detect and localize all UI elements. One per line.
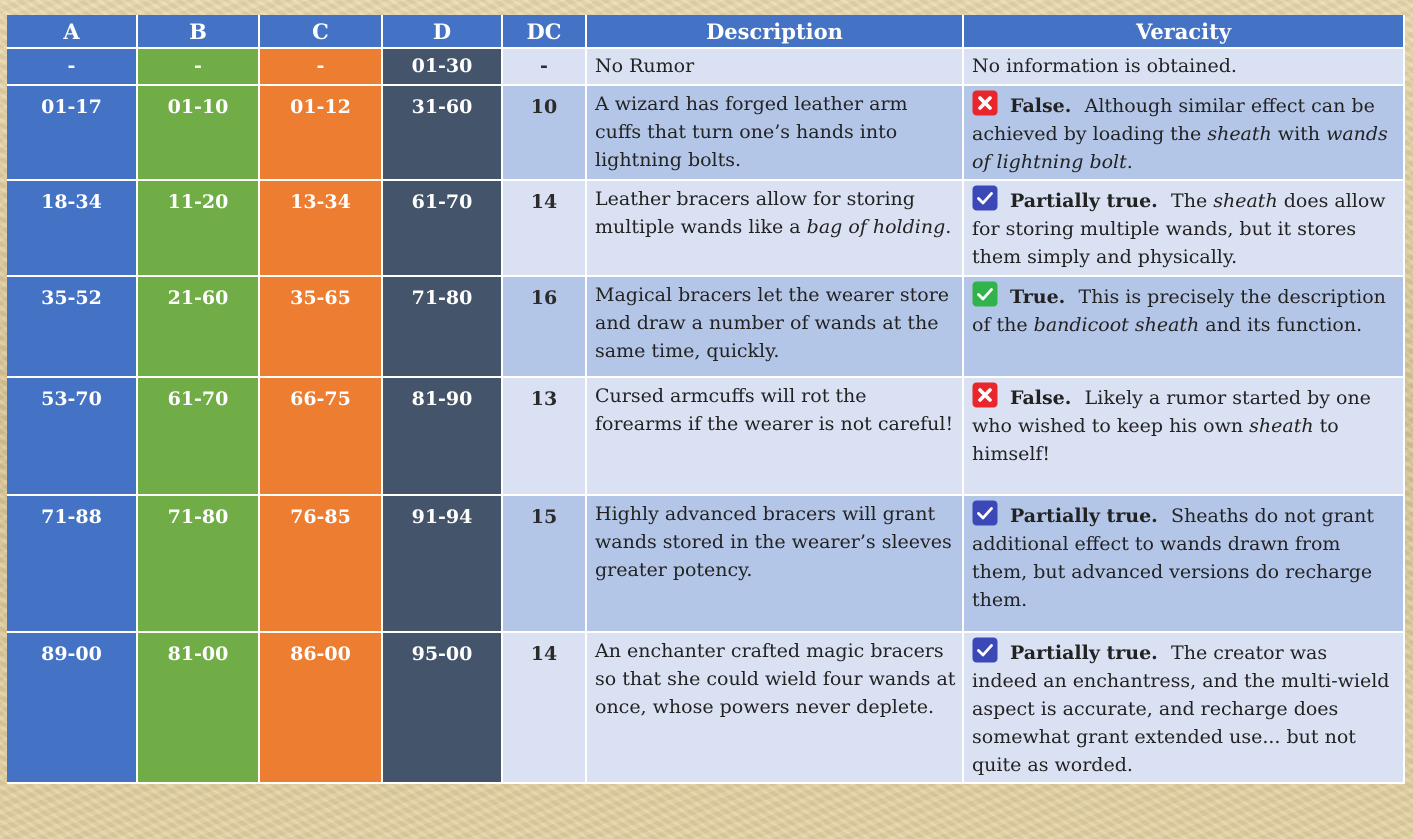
range-c-cell: 86-00 <box>260 633 383 784</box>
veracity-text: and its function. <box>1199 314 1363 336</box>
veracity-cell: Partially true. The creator was indeed an… <box>964 633 1405 784</box>
veracity-italic-text: sheath <box>1213 190 1278 212</box>
table-row: 01-17 01-10 01-12 31-60 10 A wizard has forge… <box>7 86 1405 181</box>
description-cell: Cursed armcuffs will rot the forearms if… <box>587 378 964 496</box>
description-cell: A wizard has forged leather arm cuffs th… <box>587 86 964 181</box>
verdict-label: True. <box>1010 286 1066 308</box>
range-d-cell: 81-90 <box>383 378 503 496</box>
range-a-cell: 53-70 <box>7 378 138 496</box>
header-c: C <box>260 15 383 49</box>
header-description: Description <box>587 15 964 49</box>
dc-cell: 16 <box>503 277 587 378</box>
range-b-cell: - <box>138 49 260 86</box>
header-d: D <box>383 15 503 49</box>
dc-cell: 10 <box>503 86 587 181</box>
description-text: Highly advanced bracers will grant wands… <box>595 503 952 581</box>
veracity-cell: No information is obtained. <box>964 49 1405 86</box>
header-b: B <box>138 15 260 49</box>
rumor-table: A B C D DC Description Veracity - - -01-30… <box>7 15 1405 784</box>
description-text: Magical bracers let the wearer store and… <box>595 284 950 362</box>
partial-check-icon <box>972 637 998 663</box>
verdict-label: False. <box>1010 387 1072 409</box>
veracity-text: . <box>1126 151 1133 173</box>
description-text: Cursed armcuffs will rot the forearms if… <box>595 385 954 435</box>
veracity-italic-text: bandicoot sheath <box>1033 314 1200 336</box>
description-italic-text: bag of holding <box>806 216 946 238</box>
description-text: No Rumor <box>595 55 695 77</box>
range-c-cell: 35-65 <box>260 277 383 378</box>
range-c-cell: - <box>260 49 383 86</box>
description-text: . <box>945 216 952 238</box>
veracity-italic-text: sheath <box>1249 415 1314 437</box>
table-row: - - -01-30- No Rumor No information is obtai… <box>7 49 1405 86</box>
dc-cell: 14 <box>503 181 587 277</box>
header-veracity: Veracity <box>964 15 1405 49</box>
dc-cell: 14 <box>503 633 587 784</box>
veracity-cell: True. This is precisely the description o… <box>964 277 1405 378</box>
range-c-cell: 01-12 <box>260 86 383 181</box>
description-cell: Leather bracers allow for storing multip… <box>587 181 964 277</box>
range-a-cell: 18-34 <box>7 181 138 277</box>
range-a-cell: 01-17 <box>7 86 138 181</box>
partial-check-icon <box>972 500 998 526</box>
range-b-cell: 21-60 <box>138 277 260 378</box>
dc-cell: - <box>503 49 587 86</box>
description-cell: No Rumor <box>587 49 964 86</box>
header-a: A <box>7 15 138 49</box>
verdict-label: Partially true. <box>1010 190 1158 212</box>
range-a-cell: 89-00 <box>7 633 138 784</box>
false-x-icon <box>972 90 998 116</box>
description-text: An enchanter crafted magic bracers so th… <box>595 640 956 718</box>
table-row: 35-52 21-60 35-65 71-80 16 Magical bracers le… <box>7 277 1405 378</box>
range-c-cell: 66-75 <box>260 378 383 496</box>
dc-cell: 15 <box>503 496 587 633</box>
range-b-cell: 11-20 <box>138 181 260 277</box>
verdict-label: False. <box>1010 95 1072 117</box>
range-d-cell: 61-70 <box>383 181 503 277</box>
header-row: A B C D DC Description Veracity <box>7 15 1405 49</box>
description-cell: Magical bracers let the wearer store and… <box>587 277 964 378</box>
range-d-cell: 71-80 <box>383 277 503 378</box>
partial-check-icon <box>972 185 998 211</box>
table-row: 71-88 71-80 76-85 91-94 15 Highly advanced br… <box>7 496 1405 633</box>
range-d-cell: 91-94 <box>383 496 503 633</box>
header-dc: DC <box>503 15 587 49</box>
verdict-label: Partially true. <box>1010 505 1158 527</box>
range-d-cell: 01-30 <box>383 49 503 86</box>
veracity-cell: Partially true. Sheaths do not grant addi… <box>964 496 1405 633</box>
veracity-cell: False. Likely a rumor started by one who … <box>964 378 1405 496</box>
veracity-text: The <box>1171 190 1214 212</box>
table-row: 18-34 11-20 13-34 61-70 14 Leather bracers al… <box>7 181 1405 277</box>
veracity-text: No information is obtained. <box>972 55 1237 77</box>
veracity-cell: False. Although similar effect can be ach… <box>964 86 1405 181</box>
range-a-cell: 35-52 <box>7 277 138 378</box>
veracity-italic-text: sheath <box>1207 123 1272 145</box>
dc-cell: 13 <box>503 378 587 496</box>
veracity-text: with <box>1271 123 1327 145</box>
true-check-icon <box>972 281 998 307</box>
range-b-cell: 01-10 <box>138 86 260 181</box>
table-row: 89-00 81-00 86-00 95-00 14 An enchanter craft… <box>7 633 1405 784</box>
range-d-cell: 95-00 <box>383 633 503 784</box>
range-d-cell: 31-60 <box>383 86 503 181</box>
veracity-cell: Partially true. The sheath does allow for… <box>964 181 1405 277</box>
range-b-cell: 71-80 <box>138 496 260 633</box>
description-cell: Highly advanced bracers will grant wands… <box>587 496 964 633</box>
description-text: A wizard has forged leather arm cuffs th… <box>595 93 908 171</box>
description-cell: An enchanter crafted magic bracers so th… <box>587 633 964 784</box>
range-c-cell: 13-34 <box>260 181 383 277</box>
range-a-cell: - <box>7 49 138 86</box>
range-a-cell: 71-88 <box>7 496 138 633</box>
range-b-cell: 61-70 <box>138 378 260 496</box>
range-c-cell: 76-85 <box>260 496 383 633</box>
table-row: 53-70 61-70 66-75 81-90 13 Cursed armcuffs wi… <box>7 378 1405 496</box>
verdict-label: Partially true. <box>1010 642 1158 664</box>
false-x-icon <box>972 382 998 408</box>
range-b-cell: 81-00 <box>138 633 260 784</box>
